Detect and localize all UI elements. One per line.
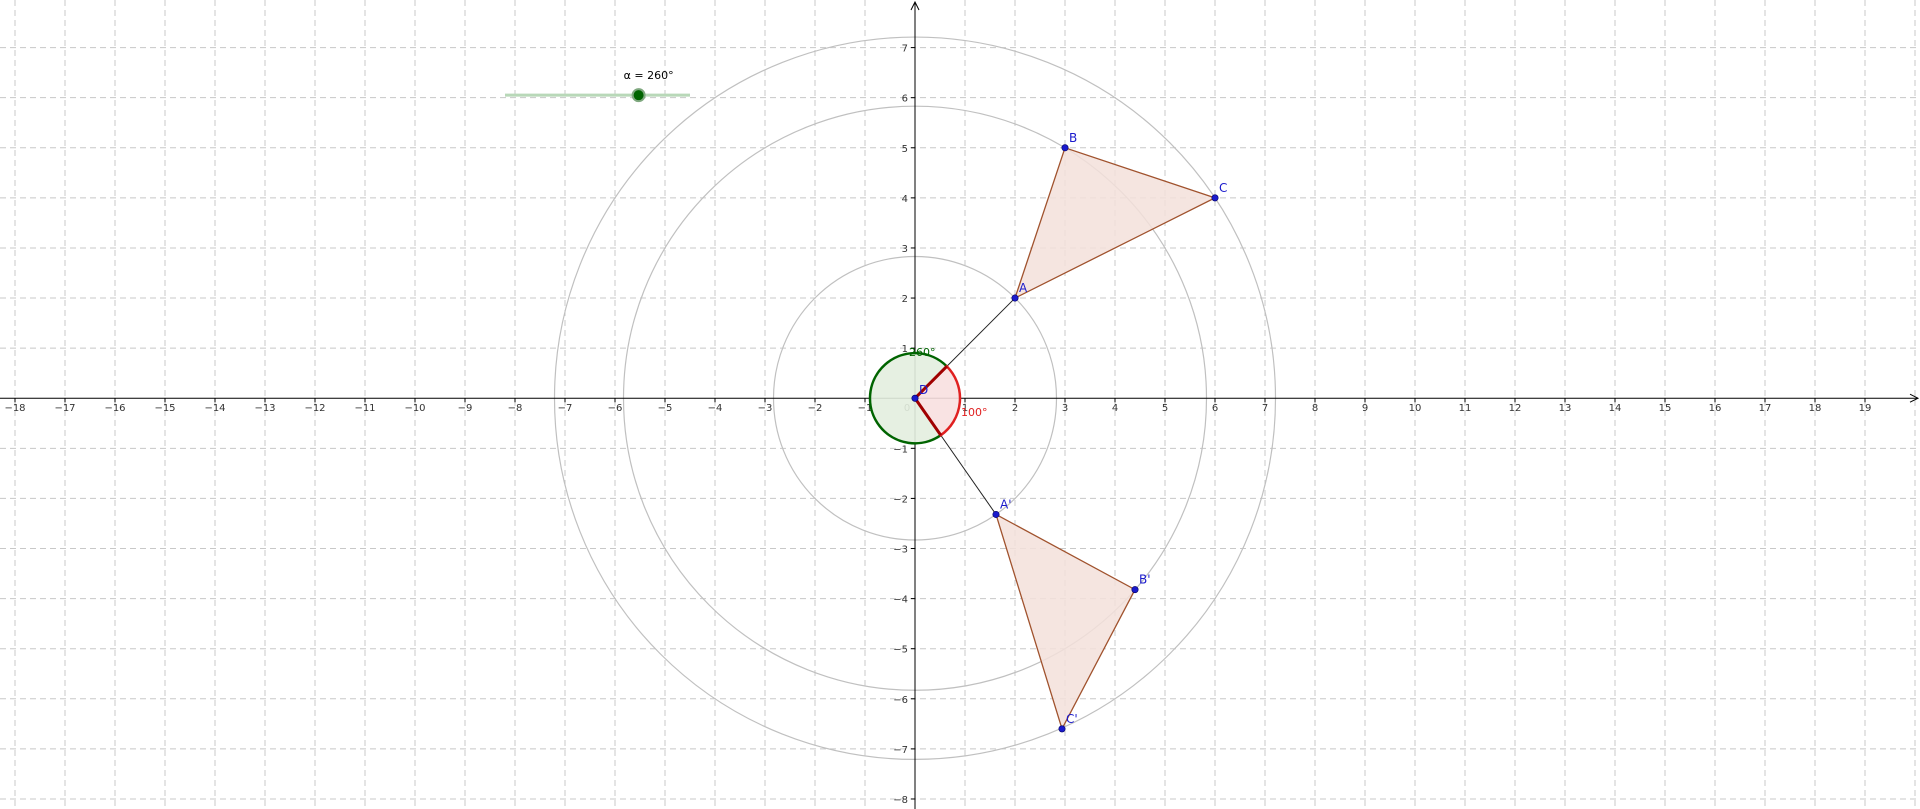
- x-tick-label: 19: [1859, 403, 1872, 414]
- x-tick-label: −10: [404, 403, 425, 414]
- x-tick-label: −6: [608, 403, 623, 414]
- x-tick-label: −16: [104, 403, 125, 414]
- x-tick-label: 2: [1012, 403, 1018, 414]
- x-tick-label: 4: [1112, 403, 1118, 414]
- y-tick-label: −6: [893, 695, 908, 706]
- x-tick-label: 7: [1262, 403, 1268, 414]
- angle-260-label: 260°: [909, 346, 936, 359]
- point-D[interactable]: [911, 394, 919, 402]
- y-tick-label: 3: [902, 244, 908, 255]
- point-A[interactable]: [1011, 294, 1019, 302]
- y-tick-label: −1: [893, 444, 908, 455]
- x-tick-label: −2: [808, 403, 823, 414]
- point-B[interactable]: [1061, 144, 1069, 152]
- y-tick-label: 6: [902, 94, 908, 105]
- x-tick-label: −4: [708, 403, 723, 414]
- x-tick-label: 9: [1362, 403, 1368, 414]
- point-label-A-image: A': [1000, 497, 1012, 511]
- point-C[interactable]: [1211, 194, 1219, 202]
- point-A-image[interactable]: [992, 510, 1000, 518]
- x-tick-label: −3: [758, 403, 773, 414]
- x-tick-label: 17: [1759, 403, 1772, 414]
- y-tick-label: 5: [902, 144, 908, 155]
- y-tick-label: 7: [902, 44, 908, 55]
- x-tick-label: 15: [1659, 403, 1672, 414]
- slider-label: α = 260°: [624, 69, 674, 82]
- x-tick-label: 12: [1509, 403, 1522, 414]
- figures: 260° 100° D A B C A' B' C': [868, 131, 1227, 733]
- x-tick-label: −8: [508, 403, 523, 414]
- slider-knob[interactable]: [631, 88, 646, 103]
- x-tick-label: 6: [1212, 403, 1218, 414]
- x-tick-label: −18: [4, 403, 25, 414]
- x-tick-label: 14: [1609, 403, 1622, 414]
- point-B-image[interactable]: [1131, 586, 1139, 594]
- triangle-image: [994, 513, 1136, 731]
- x-tick-label: −11: [354, 403, 375, 414]
- alpha-slider[interactable]: α = 260°: [505, 69, 690, 103]
- point-label-D: D: [919, 383, 928, 397]
- point-label-C: C: [1219, 181, 1227, 195]
- point-C-image[interactable]: [1058, 725, 1066, 733]
- point-label-C-image: C': [1066, 712, 1078, 726]
- x-tick-label: −12: [304, 403, 325, 414]
- x-tick-label: −9: [458, 403, 473, 414]
- x-tick-label: 11: [1459, 403, 1472, 414]
- x-tick-label: −5: [658, 403, 673, 414]
- y-tick-label: −3: [893, 545, 908, 556]
- x-tick-label: 16: [1709, 403, 1722, 414]
- y-tick-label: −2: [893, 494, 908, 505]
- x-tick-label: −7: [558, 403, 573, 414]
- y-tick-label: −7: [893, 745, 908, 756]
- x-tick-label: −17: [54, 403, 75, 414]
- x-tick-label: −13: [254, 403, 275, 414]
- y-tick-label: −4: [893, 595, 908, 606]
- y-tick-label: −5: [893, 645, 908, 656]
- point-label-B-image: B': [1139, 573, 1151, 587]
- x-tick-label: 10: [1409, 403, 1422, 414]
- x-tick-label: −15: [154, 403, 175, 414]
- point-label-B: B: [1069, 131, 1077, 145]
- y-tick-label: 2: [902, 294, 908, 305]
- x-tick-label: 18: [1809, 403, 1822, 414]
- graphics-view[interactable]: −18 −17 −16 −15 −14 −13 −12 −11 −10 −9 −8 −7 −6 −5 −4−…: [0, 0, 1920, 809]
- x-tick-label: 8: [1312, 403, 1318, 414]
- x-tick-label: 13: [1559, 403, 1572, 414]
- x-tick-label: 5: [1162, 403, 1168, 414]
- x-tick-label: 3: [1062, 403, 1068, 414]
- angle-100-label: 100°: [961, 406, 988, 419]
- x-tick-label: −14: [204, 403, 225, 414]
- y-tick-label: −8: [893, 795, 908, 806]
- y-tick-label: 4: [902, 194, 908, 205]
- point-label-A: A: [1019, 281, 1028, 295]
